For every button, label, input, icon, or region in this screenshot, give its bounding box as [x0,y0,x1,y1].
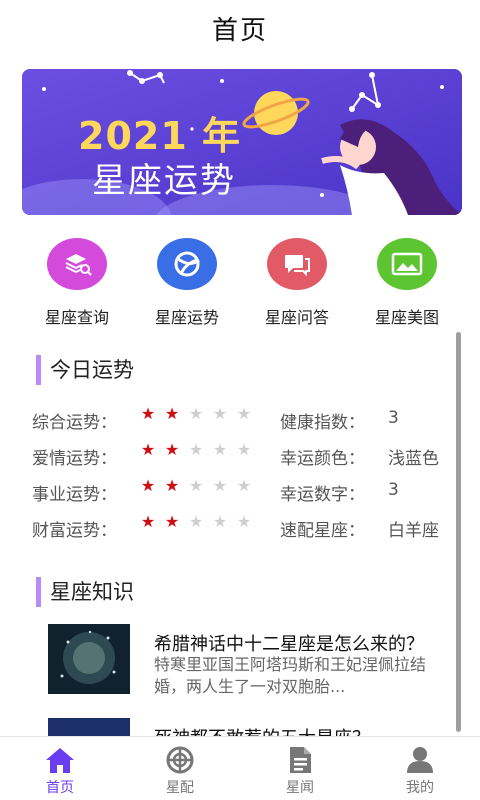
star-empty-icon: ★ [188,404,204,423]
fortune-label-2: 幸运数字： [280,485,365,505]
image-icon [377,238,437,290]
orbit-icon [157,238,217,290]
star-empty-icon: ★ [236,476,252,495]
section-title-text: 今日运势 [50,358,134,382]
fortune-row: 财富运势： ★ ★ ★ ★ ★ 速配星座： 白羊座 [32,512,462,542]
category-grid: 星座查询 星座运势 星座问答 星座美图 [0,232,480,328]
chat-icon [267,238,327,290]
star-empty-icon: ★ [212,440,228,459]
star-empty-icon: ★ [212,476,228,495]
category-gallery[interactable]: 星座美图 [347,232,467,328]
star-filled-icon: ★ [140,476,156,495]
page-title: 首页 [211,16,268,46]
stack-search-icon [47,238,107,290]
star-filled-icon: ★ [140,404,156,423]
section-accent-bar [36,577,41,607]
fortune-row: 事业运势： ★ ★ ★ ★ ★ 幸运数字： 3 [32,476,462,506]
star-empty-icon: ★ [188,440,204,459]
article-title: 希腊神话中十二星座是怎么来的？ [154,634,424,655]
news-icon [290,747,311,773]
category-label: 星座美图 [374,308,439,327]
category-label: 星座运势 [154,308,219,327]
tab-news[interactable]: 星闻 [240,737,360,800]
star-filled-icon: ★ [164,512,180,531]
fortune-label-2: 速配星座： [280,521,365,541]
tab-label: 星配 [166,780,194,796]
star-empty-icon: ★ [236,404,252,423]
star-filled-icon: ★ [140,440,156,459]
banner-subtitle: 星座运势 [92,161,236,201]
fortune-panel: 综合运势： ★ ★ ★ ★ ★ 健康指数： 3 爱情运势： ★ ★ ★ ★ ★ 幸运颜色： 浅蓝… [32,404,462,554]
star-filled-icon: ★ [164,404,180,423]
target-icon [166,746,194,774]
article-summary: 特寒里亚国王阿塔玛斯和王妃涅佩拉结婚，两人生了一对双胞胎... [154,655,427,696]
star-rating: ★ ★ ★ ★ ★ [136,440,256,464]
category-qa[interactable]: 星座问答 [237,232,357,328]
bottom-tab-bar: 首页 星配 星闻 我的 [0,736,480,800]
fortune-value-2: 浅蓝色 [388,449,439,469]
tab-home[interactable]: 首页 [0,737,120,800]
section-accent-bar [36,355,41,385]
category-label: 星座问答 [264,308,329,327]
category-query[interactable]: 星座查询 [17,232,137,328]
fortune-value-2: 3 [388,480,399,500]
star-empty-icon: ★ [212,512,228,531]
star-empty-icon: ★ [188,512,204,531]
fortune-row: 综合运势： ★ ★ ★ ★ ★ 健康指数： 3 [32,404,462,434]
fortune-value-2: 白羊座 [388,521,439,541]
fortune-label: 爱情运势： [32,449,117,469]
fortune-label: 综合运势： [32,413,117,433]
star-empty-icon: ★ [188,476,204,495]
fortune-label-2: 健康指数： [280,413,365,433]
section-title-text: 星座知识 [50,580,134,604]
user-icon [407,747,433,773]
category-fortune[interactable]: 星座运势 [127,232,247,328]
star-rating: ★ ★ ★ ★ ★ [136,404,256,428]
star-empty-icon: ★ [236,512,252,531]
tab-label: 星闻 [286,780,314,796]
star-empty-icon: ★ [236,440,252,459]
banner[interactable]: 2021 年 星座运势 [22,69,462,215]
banner-year: 2021 年 [78,114,241,158]
star-filled-icon: ★ [164,476,180,495]
article-thumbnail [48,624,130,694]
tab-label: 我的 [406,780,434,796]
header: 首页 [0,0,480,62]
fortune-value-2: 3 [388,408,399,428]
fortune-label: 财富运势： [32,521,117,541]
fortune-label: 事业运势： [32,485,117,505]
article-item[interactable]: 希腊神话中十二星座是怎么来的？ 特寒里亚国王阿塔玛斯和王妃涅佩拉结婚，两人生了一… [48,624,458,714]
tab-label: 首页 [46,780,74,796]
fortune-row: 爱情运势： ★ ★ ★ ★ ★ 幸运颜色： 浅蓝色 [32,440,462,470]
tab-match[interactable]: 星配 [120,737,240,800]
star-filled-icon: ★ [140,512,156,531]
star-filled-icon: ★ [164,440,180,459]
tab-mine[interactable]: 我的 [360,737,480,800]
home-icon [46,748,74,773]
star-empty-icon: ★ [212,404,228,423]
star-rating: ★ ★ ★ ★ ★ [136,476,256,500]
star-rating: ★ ★ ★ ★ ★ [136,512,256,536]
fortune-label-2: 幸运颜色： [280,449,365,469]
category-label: 星座查询 [44,308,109,327]
